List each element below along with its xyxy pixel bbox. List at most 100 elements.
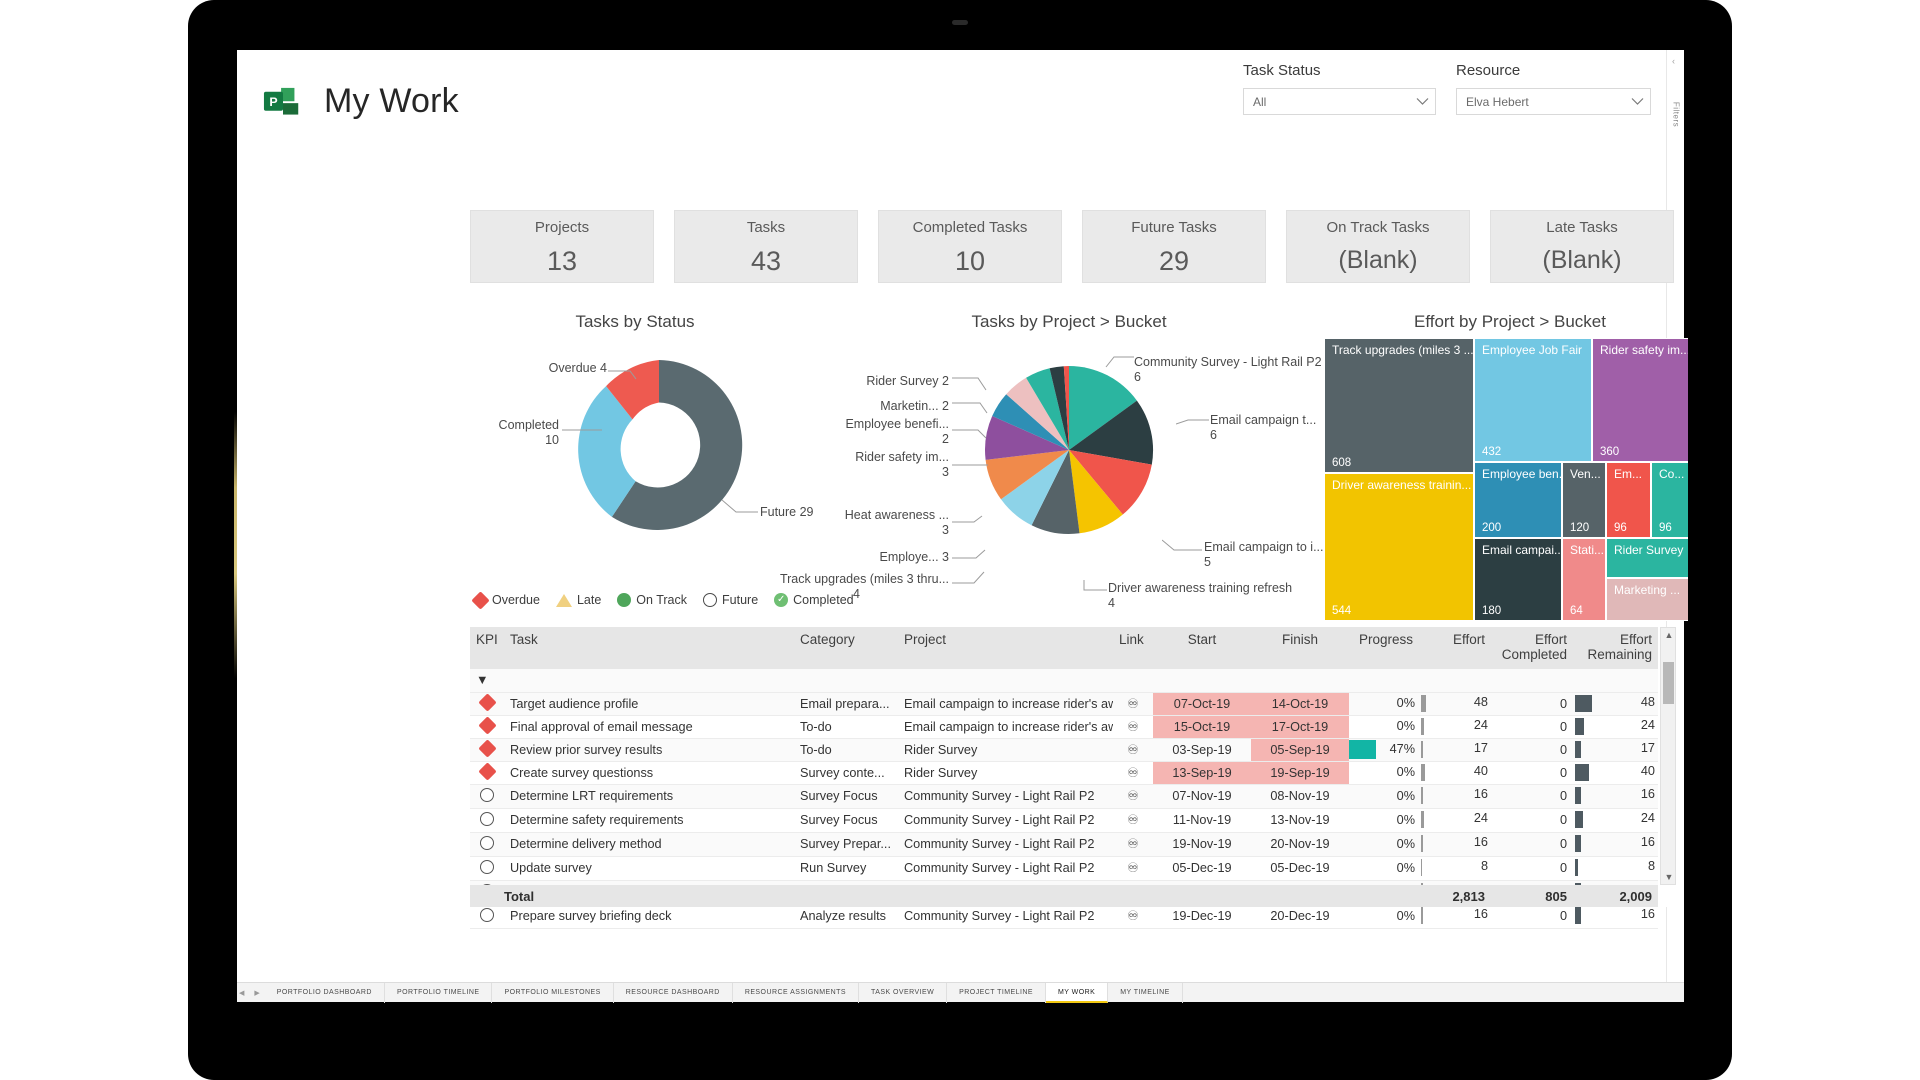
col-progress[interactable]: Progress [1349, 627, 1419, 669]
col-effort[interactable]: Effort [1419, 627, 1491, 669]
treemap-cell-employee-job-fair[interactable]: Employee Job Fair 432 [1474, 338, 1592, 462]
link-icon[interactable]: ♾ [1127, 696, 1139, 711]
table-row[interactable]: Update survey Run Survey Community Survey … [470, 856, 1658, 881]
col-finish[interactable]: Finish [1251, 627, 1349, 669]
cell-effort-remaining: 8 [1573, 856, 1658, 881]
link-icon[interactable]: ♾ [1127, 908, 1139, 923]
table-row[interactable]: Review prior survey results To-do Rider Su… [470, 738, 1658, 762]
cell-link[interactable]: ♾ [1113, 738, 1153, 762]
cell-link[interactable]: ♾ [1113, 784, 1153, 809]
page-tab-task-overview[interactable]: TASK OVERVIEW [859, 982, 948, 1003]
cell-category: To-do [794, 738, 898, 762]
col-start[interactable]: Start [1153, 627, 1251, 669]
progress-bar: 0% [1349, 787, 1417, 806]
page-tab-my-work[interactable]: MY WORK [1046, 982, 1109, 1003]
pie-leader-3 [952, 429, 987, 439]
legend-item-overdue[interactable]: Overdue [471, 590, 540, 610]
cell-link[interactable]: ♾ [1113, 832, 1153, 857]
link-icon[interactable]: ♾ [1127, 719, 1139, 734]
page-tab-resource-assignments[interactable]: RESOURCE ASSIGNMENTS [733, 982, 859, 1003]
treemap-cell-vendor[interactable]: Ven... 120 [1562, 462, 1606, 538]
table-row[interactable]: Prepare survey briefing deck Analyze resu… [470, 904, 1658, 929]
tab-next-icon[interactable]: ▶ [249, 989, 264, 997]
col-effort-remaining[interactable]: Effort Remaining [1573, 627, 1658, 669]
table-scrollbar-thumb[interactable] [1663, 662, 1674, 704]
effort-by-project-treemap[interactable]: Track upgrades (miles 3 ... 608 Driver a… [1324, 338, 1688, 621]
cell-start: 03-Sep-19 [1153, 738, 1251, 762]
pie-leader-2 [952, 402, 988, 414]
table-scrollbar[interactable]: ▲ ▼ [1660, 627, 1676, 885]
legend-item-on-track[interactable]: On Track [617, 593, 687, 607]
link-icon[interactable]: ♾ [1127, 765, 1139, 780]
treemap-cell-rider-safety[interactable]: Rider safety im... 360 [1592, 338, 1688, 462]
treemap-cell-station[interactable]: Stati... 64 [1562, 538, 1606, 621]
cell-link[interactable]: ♾ [1113, 808, 1153, 833]
sort-descending-icon[interactable]: ▼ [470, 669, 1658, 693]
table-row[interactable]: Determine safety requirements Survey Focu… [470, 808, 1658, 833]
treemap-cell-co[interactable]: Co... 96 [1651, 462, 1688, 538]
kpi-card-projects[interactable]: Projects 13 [470, 210, 654, 283]
treemap-cell-driver-awareness[interactable]: Driver awareness trainin... 544 [1324, 473, 1474, 621]
pie-label-rider-safety: Rider safety im... 3 [829, 450, 949, 480]
col-task[interactable]: Task [504, 627, 794, 669]
page-tab-my-timeline[interactable]: MY TIMELINE [1108, 982, 1183, 1003]
kpi-card-tasks[interactable]: Tasks 43 [674, 210, 858, 283]
link-icon[interactable]: ♾ [1127, 860, 1139, 875]
pie-label-email-campaign-t: Email campaign t... 6 [1210, 413, 1316, 443]
scroll-down-icon[interactable]: ▼ [1661, 872, 1677, 882]
tasks-by-project-pie[interactable] [984, 365, 1154, 535]
page-tab-portfolio-dashboard[interactable]: PORTFOLIO DASHBOARD [265, 982, 385, 1003]
col-kpi[interactable]: KPI [470, 627, 504, 669]
cell-project: Community Survey - Light Rail P2 [898, 832, 1113, 857]
link-icon[interactable]: ♾ [1127, 788, 1139, 803]
pie-leader-5 [952, 515, 983, 523]
task-table-visual[interactable]: KPI Task Category Project Link Start Fin… [470, 627, 1676, 929]
col-category[interactable]: Category [794, 627, 898, 669]
task-status-dropdown[interactable]: All [1243, 88, 1436, 115]
effort-value: 16 [1473, 834, 1488, 849]
cell-link[interactable]: ♾ [1113, 715, 1153, 739]
treemap-cell-rider-survey[interactable]: Rider Survey [1606, 538, 1688, 578]
col-project[interactable]: Project [898, 627, 1113, 669]
treemap-cell-value: 96 [1614, 522, 1627, 534]
pie-leader-8 [1105, 356, 1134, 368]
page-tab-portfolio-timeline[interactable]: PORTFOLIO TIMELINE [385, 982, 493, 1003]
expand-filters-icon[interactable]: ‹ [1672, 56, 1675, 66]
page-tab-resource-dashboard[interactable]: RESOURCE DASHBOARD [614, 982, 733, 1003]
link-icon[interactable]: ♾ [1127, 836, 1139, 851]
cell-link[interactable]: ♾ [1113, 904, 1153, 929]
treemap-cell-marketing[interactable]: Marketing ... [1606, 578, 1688, 621]
page-tab-project-timeline[interactable]: PROJECT TIMELINE [947, 982, 1047, 1003]
treemap-cell-em[interactable]: Em... 96 [1606, 462, 1651, 538]
legend-item-late[interactable]: Late [555, 593, 601, 607]
cell-kpi [470, 738, 504, 762]
treemap-cell-employee-benefits[interactable]: Employee ben... 200 [1474, 462, 1562, 538]
pie-label-heat-awareness: Heat awareness ... 3 [829, 508, 949, 538]
link-icon[interactable]: ♾ [1127, 812, 1139, 827]
kpi-card-completed-tasks[interactable]: Completed Tasks 10 [878, 210, 1062, 283]
cell-link[interactable]: ♾ [1113, 692, 1153, 716]
table-row[interactable]: Determine LRT requirements Survey Focus Co… [470, 784, 1658, 809]
cell-link[interactable]: ♾ [1113, 856, 1153, 881]
treemap-cell-track-upgrades[interactable]: Track upgrades (miles 3 ... 608 [1324, 338, 1474, 473]
kpi-card-future-tasks[interactable]: Future Tasks 29 [1082, 210, 1266, 283]
progress-value: 47% [1389, 742, 1415, 756]
cell-kpi [470, 904, 504, 929]
table-row[interactable]: Determine delivery method Survey Prepar..… [470, 832, 1658, 857]
kpi-card-late-tasks[interactable]: Late Tasks (Blank) [1490, 210, 1674, 283]
cell-project: Community Survey - Light Rail P2 [898, 904, 1113, 929]
col-effort-completed[interactable]: Effort Completed [1491, 627, 1573, 669]
legend-item-future[interactable]: Future [703, 593, 758, 607]
link-icon[interactable]: ♾ [1127, 742, 1139, 757]
scroll-up-icon[interactable]: ▲ [1661, 630, 1677, 640]
col-link[interactable]: Link [1113, 627, 1153, 669]
table-row[interactable]: Create survey questionss Survey conte... R… [470, 761, 1658, 785]
pie-label-heat-awareness-value: 3 [942, 523, 949, 537]
page-tab-portfolio-milestones[interactable]: PORTFOLIO MILESTONES [492, 982, 614, 1003]
cell-link[interactable]: ♾ [1113, 761, 1153, 785]
resource-dropdown[interactable]: Elva Hebert [1456, 88, 1651, 115]
kpi-card-on-track-tasks[interactable]: On Track Tasks (Blank) [1286, 210, 1470, 283]
treemap-cell-email-campaign[interactable]: Email campai... 180 [1474, 538, 1562, 621]
table-row[interactable]: Final approval of email message To-do Emai… [470, 715, 1658, 739]
table-row[interactable]: Target audience profile Email prepara... E… [470, 692, 1658, 716]
